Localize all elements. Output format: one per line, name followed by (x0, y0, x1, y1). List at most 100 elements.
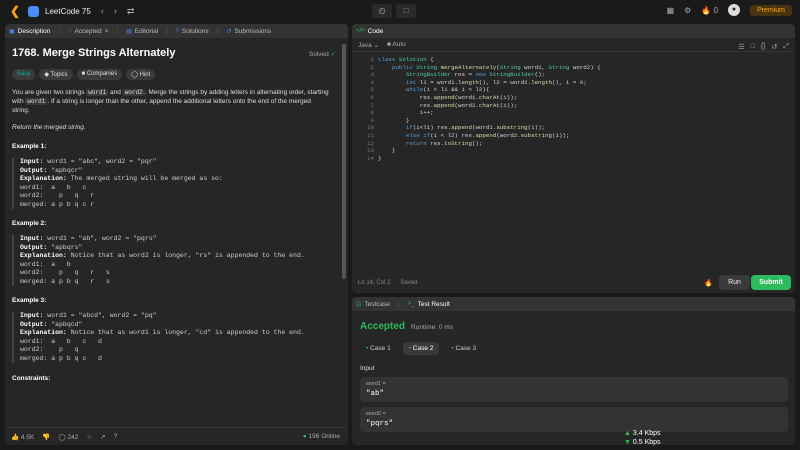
streak-icon[interactable]: 🔥 (704, 279, 713, 287)
tab-submissions[interactable]: ↺ Submissions (226, 28, 271, 35)
code-line: if(i<l1) res.append(word1.substring(i)); (405, 124, 546, 132)
problem-content: 1768. Merge Strings Alternately Solved ✓… (5, 38, 348, 432)
code-line: StringBuilder res = new StringBuilder(); (405, 71, 546, 79)
example-row: merged: a p b q c r (20, 200, 95, 208)
save-status: Saved (400, 280, 418, 286)
example-row: merged: a p b q r s (20, 277, 110, 285)
reset-icon[interactable]: ↺ (772, 43, 778, 51)
example-value: "apbqrs" (47, 243, 83, 251)
runtime-label: Runtime: 0 ms (411, 324, 453, 331)
example-label: Input: (20, 158, 44, 165)
problem-description: You are given two strings word1 and word… (12, 88, 330, 115)
checkbox-icon: ☑ (356, 301, 362, 308)
result-tabs: ☑ Testcase | >_ Test Result (352, 297, 795, 311)
example-value: Notice that as word2 is longer, "rs" is … (66, 252, 305, 259)
example-value: word1 = "abc", word2 = "pqr" (43, 158, 157, 165)
help-icon[interactable]: ? (114, 433, 118, 440)
flask-icon: ◊ (175, 28, 179, 34)
scrollbar[interactable] (342, 44, 346, 279)
lightbulb-icon: ◯ (131, 72, 138, 78)
example-label: Input: (20, 235, 44, 242)
example-value: Notice that as word1 is longer, "cd" is … (66, 329, 305, 336)
description-tabs: ▣ Description | ◌ Accepted × | ▤ Editorial |… (5, 24, 348, 38)
case-tab-2[interactable]: • Case 2 (402, 342, 440, 355)
language-select[interactable]: Java ⌄ (358, 41, 379, 49)
case-tab-3[interactable]: • Case 3 (445, 342, 482, 355)
example-row: merged: a p b q c d (20, 354, 102, 362)
tab-code[interactable]: </> Code (356, 28, 383, 35)
timer-icon[interactable]: ◴ (372, 4, 392, 18)
examples: Example 1: Input: word1 = "abc", word2 = … (12, 143, 341, 363)
auto-label: Auto (392, 41, 406, 48)
companies-chip[interactable]: ■ Companies (76, 69, 123, 80)
example-label: Output: (20, 166, 48, 174)
tab-label: Accepted (74, 27, 102, 35)
line-number: 8 (370, 109, 374, 117)
description-footer: 👍 4.5K 👎 ◯ 242 ☆ ↗ ? ● 196 Online (5, 427, 348, 445)
braces-icon[interactable]: {} (761, 43, 766, 51)
tab-label: Submissions (234, 27, 272, 35)
tab-description[interactable]: ▣ Description (9, 28, 50, 35)
premium-button[interactable]: Premium (749, 4, 792, 16)
topics-chip[interactable]: ◆ Topics (39, 69, 73, 80)
expand-icon[interactable]: ⤢ (783, 43, 789, 51)
bookmark-icon[interactable]: □ (751, 43, 755, 51)
example-box: Input: word1 = "abc", word2 = "pqr" Outpu… (12, 158, 341, 209)
case-tab-1[interactable]: • Case 1 (360, 342, 397, 355)
run-button[interactable]: Run (719, 275, 750, 290)
result-panel: ☑ Testcase | >_ Test Result Accepted Runtim… (352, 297, 795, 445)
input-key: word1 = (366, 381, 386, 387)
case-label: Case 3 (455, 345, 477, 352)
example-heading: Example 3: (12, 297, 47, 304)
code-line: while(i < l1 && i < l2){ (405, 86, 490, 94)
input-box: word1 = "ab" (360, 377, 788, 402)
share-icon[interactable]: ↗ (100, 433, 105, 441)
avatar[interactable]: ● (727, 4, 740, 16)
layout-icon[interactable]: ▦ (667, 6, 675, 15)
format-icon[interactable]: ☰ (738, 43, 744, 51)
input-value: "ab" (366, 390, 385, 398)
tab-solutions[interactable]: ◊ Solutions (176, 28, 209, 35)
cursor-position: Ln 14, Col 2 (358, 280, 391, 286)
code-editor[interactable]: 1 2 3 4 5 6 7 8 9 10 11 12 13 14 class Solution { pub… (352, 56, 795, 266)
submit-button[interactable]: Submit (751, 275, 791, 290)
notes-icon[interactable]: □ (396, 4, 416, 18)
line-number: 10 (367, 124, 374, 132)
settings-icon[interactable]: ⚙ (684, 6, 691, 15)
comments-button[interactable]: ◯ 242 (58, 433, 78, 441)
next-problem-icon[interactable]: › (114, 6, 117, 16)
star-icon[interactable]: ☆ (86, 433, 92, 441)
description-panel: ▣ Description | ◌ Accepted × | ▤ Editorial |… (5, 24, 348, 445)
tab-editorial[interactable]: ▤ Editorial (126, 28, 158, 35)
study-plan-title[interactable]: LeetCode 75 (45, 7, 91, 16)
example-label: Explanation: (20, 175, 67, 182)
like-button[interactable]: 👍 4.5K (11, 433, 34, 441)
top-navbar: ❮ LeetCode 75 ‹ › ⇄ ◴ □ ▦ ⚙ 🔥 0 ● Premiu… (0, 0, 800, 22)
line-number: 2 (370, 63, 374, 71)
line-number: 3 (370, 71, 374, 79)
tab-accepted[interactable]: ◌ Accepted × (68, 28, 108, 35)
shuffle-icon[interactable]: ⇄ (127, 6, 135, 17)
prev-problem-icon[interactable]: ‹ (101, 6, 104, 16)
companies-label: Companies (86, 71, 118, 77)
autocomplete-toggle[interactable]: ■ Auto (387, 41, 406, 48)
example-value: word1 = "ab", word2 = "pqrs" (43, 235, 157, 242)
close-icon[interactable]: × (105, 28, 109, 35)
code-icon: </> (356, 28, 365, 34)
tab-testcase[interactable]: ☑ Testcase (356, 301, 390, 308)
input-label: Input (360, 365, 375, 372)
history-icon: ↺ (226, 28, 232, 35)
leetcode-logo[interactable]: ❮ (8, 4, 22, 18)
dislike-button[interactable]: 👎 (42, 433, 50, 441)
online-label: 196 Online (308, 433, 340, 440)
hint-chip[interactable]: ◯ Hint (126, 69, 156, 80)
code-line: } (378, 147, 396, 155)
difficulty-badge: Easy (12, 69, 36, 80)
tab-test-result[interactable]: >_ Test Result (408, 301, 450, 308)
lock-icon: ■ (81, 71, 86, 77)
inline-code: word1 (25, 98, 48, 105)
streak-icon[interactable]: 🔥 0 (701, 6, 718, 15)
document-icon: ▣ (9, 28, 15, 35)
problem-title[interactable]: 1768. Merge Strings Alternately (12, 47, 341, 59)
download-speed: 0.5 Kbps (632, 439, 661, 446)
